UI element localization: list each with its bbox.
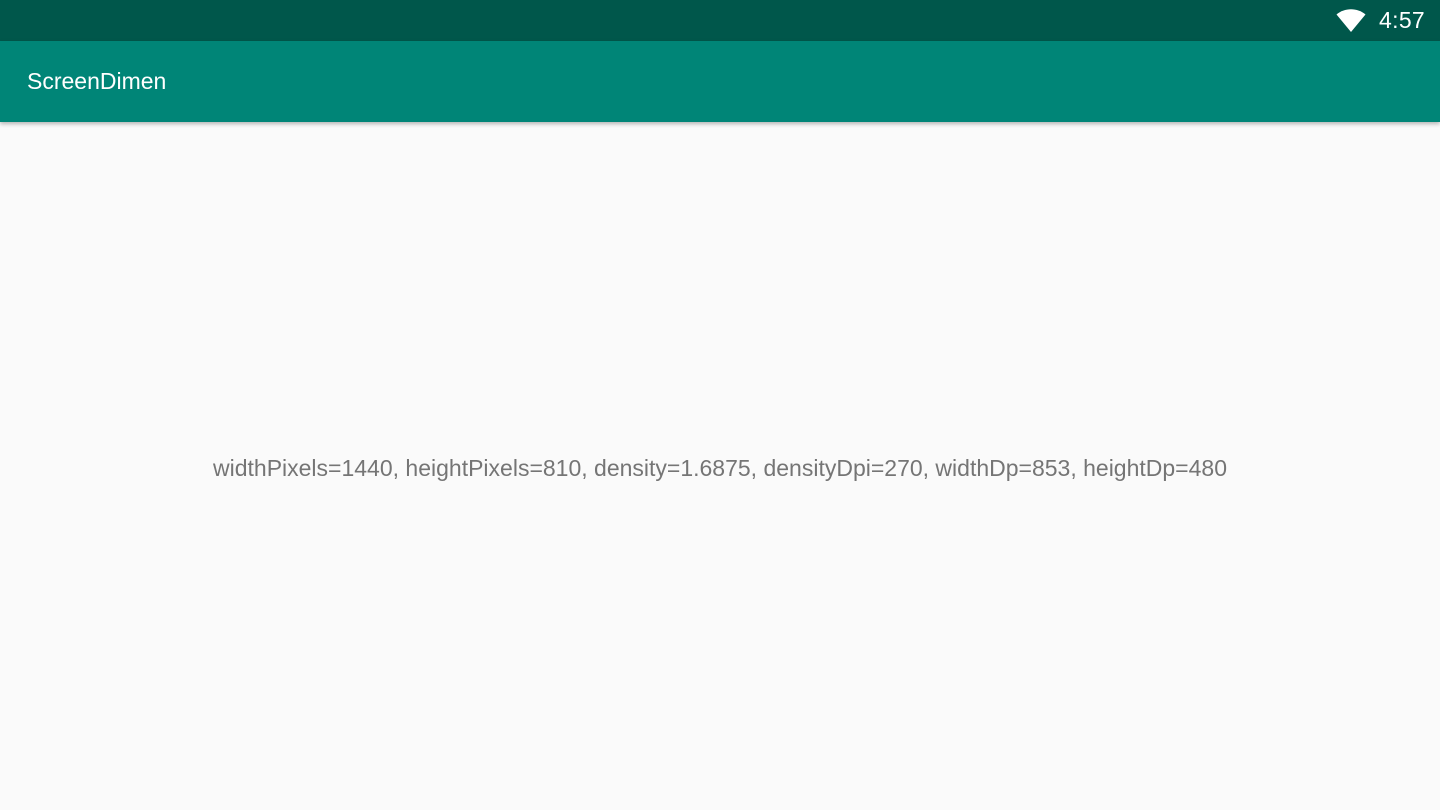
app-bar: ScreenDimen <box>0 41 1440 122</box>
app-title: ScreenDimen <box>27 68 167 94</box>
wifi-icon <box>1336 8 1366 33</box>
status-bar: 4:57 <box>0 0 1440 41</box>
screen-metrics-text: widthPixels=1440, heightPixels=810, dens… <box>213 455 1227 481</box>
status-bar-clock: 4:57 <box>1379 7 1425 33</box>
main-content: widthPixels=1440, heightPixels=810, dens… <box>0 122 1440 810</box>
